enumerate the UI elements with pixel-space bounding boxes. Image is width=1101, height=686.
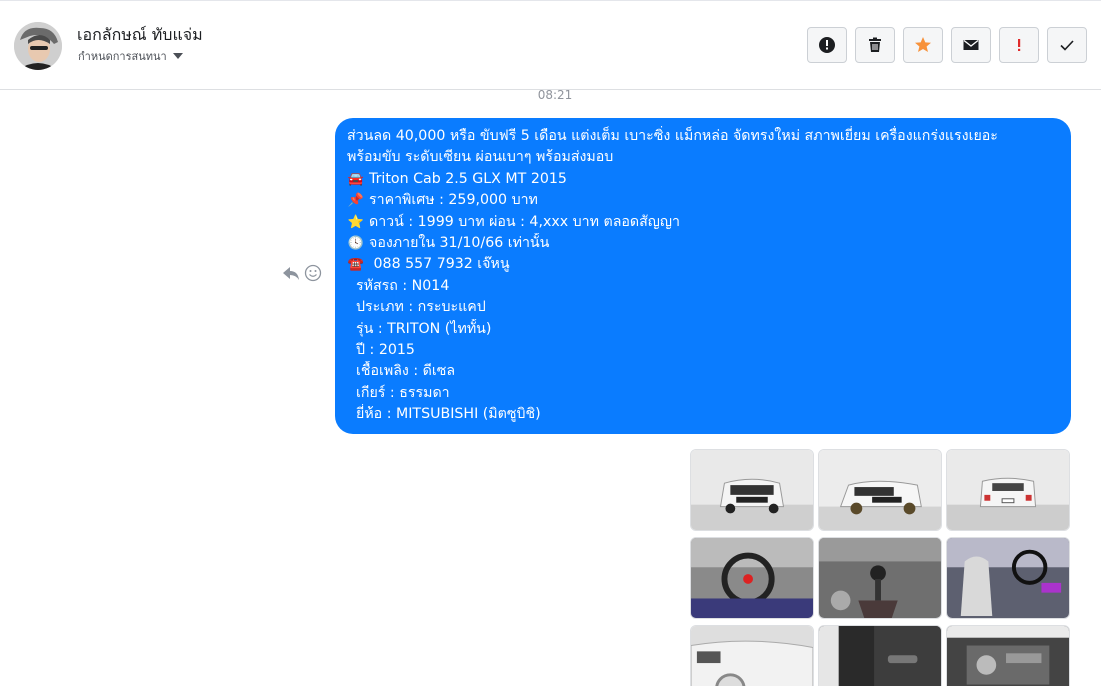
message-line-text: ประเภท : กระบะแคป bbox=[347, 299, 486, 316]
mark-important-button[interactable] bbox=[999, 27, 1039, 63]
message-line-text: รุ่น : TRITON (ไททั้น) bbox=[347, 320, 492, 337]
schedule-label: กำหนดการสนทนา bbox=[78, 50, 167, 63]
message-line: ⭐ ดาวน์ : 1999 บาท ผ่อน : 4,xxx บาท ตลอดส… bbox=[347, 212, 1059, 233]
alert-circle-icon bbox=[819, 37, 835, 53]
delete-button[interactable] bbox=[855, 27, 895, 63]
reply-icon[interactable] bbox=[282, 264, 300, 282]
emoji-react-icon[interactable] bbox=[304, 264, 322, 282]
message-line: ส่วนลด 40,000 หรือ ขับฟรี 5 เดือน แต่งเต… bbox=[347, 126, 1059, 147]
action-toolbar bbox=[807, 27, 1087, 63]
photo-truck-rear[interactable] bbox=[946, 449, 1070, 531]
message-line: เกียร์ : ธรรมดา bbox=[347, 383, 1059, 404]
photo-gear-shifter[interactable] bbox=[818, 537, 942, 619]
message-line: ยี่ห้อ : MITSUBISHI (มิตซูบิชิ) bbox=[347, 404, 1059, 425]
mark-done-button[interactable] bbox=[1047, 27, 1087, 63]
message-tools bbox=[282, 264, 322, 282]
photo-side-body[interactable] bbox=[690, 625, 814, 686]
message-line-text: 088 557 7932 เจ๊หนู bbox=[369, 256, 510, 273]
emoji-icon: ☎️ bbox=[347, 257, 365, 273]
photo-image bbox=[819, 538, 941, 618]
message-line-text: ยี่ห้อ : MITSUBISHI (มิตซูบิชิ) bbox=[347, 406, 541, 423]
message-line: 📌 ราคาพิเศษ : 259,000 บาท bbox=[347, 190, 1059, 211]
emoji-icon: 📌 bbox=[347, 193, 365, 209]
star-button[interactable] bbox=[903, 27, 943, 63]
photo-steering-wheel[interactable] bbox=[690, 537, 814, 619]
message-line: พร้อมขับ ระดับเซียน ผ่อนเบาๆ พร้อมส่งมอบ bbox=[347, 147, 1059, 168]
message-line: เชื้อเพลิง : ดีเซล bbox=[347, 361, 1059, 382]
message-line-text: เชื้อเพลิง : ดีเซล bbox=[347, 363, 456, 380]
important-icon bbox=[1018, 39, 1021, 51]
message-line-text: รหัสรถ : N014 bbox=[347, 277, 450, 294]
photo-grid bbox=[690, 449, 1071, 686]
photo-image bbox=[947, 538, 1069, 618]
message-line-text: Triton Cab 2.5 GLX MT 2015 bbox=[369, 170, 567, 187]
photo-image bbox=[947, 450, 1069, 530]
mail-icon bbox=[963, 39, 979, 50]
message-line-text: ราคาพิเศษ : 259,000 บาท bbox=[369, 192, 538, 209]
mark-unread-button[interactable] bbox=[951, 27, 991, 63]
photo-truck-front[interactable] bbox=[690, 449, 814, 531]
message-bubble[interactable]: ส่วนลด 40,000 หรือ ขับฟรี 5 เดือน แต่งเต… bbox=[335, 118, 1071, 434]
photo-truck-front-angle[interactable] bbox=[818, 449, 942, 531]
photo-racing-seats[interactable] bbox=[946, 537, 1070, 619]
report-button[interactable] bbox=[807, 27, 847, 63]
message-line-text: จองภายใน 31/10/66 เท่านั้น bbox=[369, 235, 550, 252]
message-line-text: ดาวน์ : 1999 บาท ผ่อน : 4,xxx บาท ตลอดสั… bbox=[369, 213, 680, 230]
photo-image bbox=[947, 626, 1069, 686]
message-line: รหัสรถ : N014 bbox=[347, 276, 1059, 297]
emoji-icon: 🕓 bbox=[347, 236, 365, 252]
caret-down-icon bbox=[172, 53, 183, 59]
schedule-dropdown[interactable]: กำหนดการสนทนา bbox=[78, 47, 183, 65]
contact-name: เอกลักษณ์ ทับแจ่ม bbox=[77, 25, 203, 44]
conversation-header: เอกลักษณ์ ทับแจ่ม กำหนดการสนทนา bbox=[0, 0, 1101, 90]
message-line-text: พร้อมขับ ระดับเซียน ผ่อนเบาๆ พร้อมส่งมอบ bbox=[347, 149, 614, 166]
trash-icon bbox=[869, 37, 881, 52]
message-line: ปี : 2015 bbox=[347, 340, 1059, 361]
photo-image bbox=[691, 626, 813, 686]
message-line: ประเภท : กระบะแคป bbox=[347, 297, 1059, 318]
avatar[interactable] bbox=[14, 22, 62, 70]
photo-door-panel[interactable] bbox=[818, 625, 942, 686]
message-line: 🕓 จองภายใน 31/10/66 เท่านั้น bbox=[347, 233, 1059, 254]
message-line-text: ปี : 2015 bbox=[347, 342, 415, 359]
message-line: รุ่น : TRITON (ไททั้น) bbox=[347, 319, 1059, 340]
emoji-icon: ⭐ bbox=[347, 214, 365, 230]
emoji-icon: 🚘 bbox=[347, 171, 365, 187]
star-icon bbox=[915, 37, 931, 52]
photo-image bbox=[819, 450, 941, 530]
photo-image bbox=[691, 538, 813, 618]
message-line: 🚘 Triton Cab 2.5 GLX MT 2015 bbox=[347, 169, 1059, 190]
check-icon bbox=[1060, 40, 1074, 51]
photo-engine-bay[interactable] bbox=[946, 625, 1070, 686]
message-line-text: ส่วนลด 40,000 หรือ ขับฟรี 5 เดือน แต่งเต… bbox=[347, 128, 998, 144]
message-timestamp: 08:21 bbox=[537, 88, 573, 102]
photo-image bbox=[691, 450, 813, 530]
message-line: ☎️ 088 557 7932 เจ๊หนู bbox=[347, 254, 1059, 275]
photo-image bbox=[819, 626, 941, 686]
message-line-text: เกียร์ : ธรรมดา bbox=[347, 384, 450, 401]
